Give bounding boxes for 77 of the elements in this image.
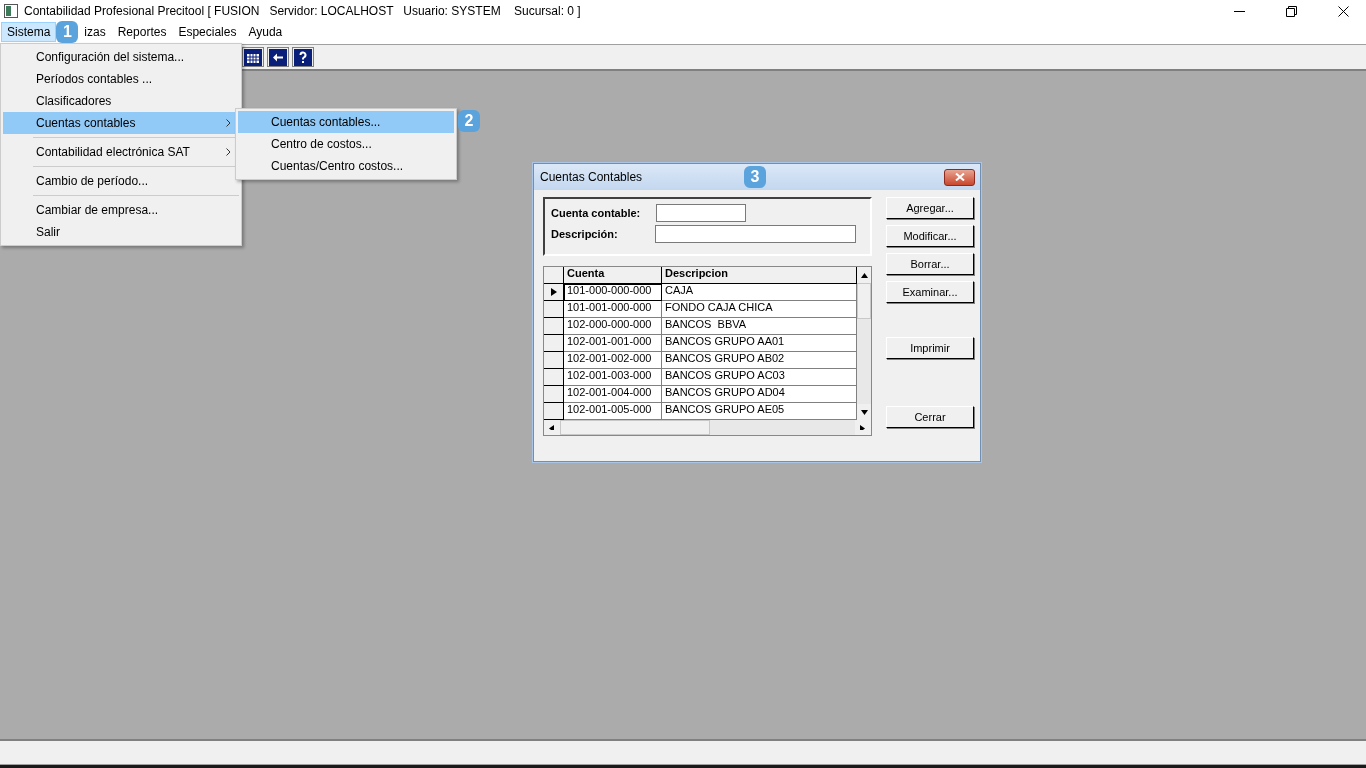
- vertical-scrollbar[interactable]: [857, 267, 871, 420]
- callout-badge: 2: [458, 110, 480, 132]
- horizontal-scrollbar[interactable]: [544, 420, 871, 435]
- menu-entry[interactable]: Cuentas/Centro costos...: [238, 155, 454, 177]
- scroll-left-icon: [548, 425, 556, 430]
- menu-entry[interactable]: Cuentas contables...: [238, 111, 454, 133]
- row-header[interactable]: [544, 386, 564, 403]
- table-cell: 102-000-000-000: [564, 318, 662, 335]
- table-cell: BANCOS GRUPO AC03: [662, 369, 857, 386]
- menu-item[interactable]: Reportes: [111, 22, 173, 42]
- dialog-button[interactable]: Agregar...: [886, 197, 974, 219]
- table-cell: 102-001-002-000: [564, 352, 662, 369]
- app-icon: [4, 4, 18, 18]
- dialog-button[interactable]: Modificar...: [886, 225, 974, 247]
- table-cell: BANCOS GRUPO AA01: [662, 335, 857, 352]
- menu-entry[interactable]: Configuración del sistema...: [3, 46, 239, 68]
- minimize-icon: [1233, 10, 1245, 12]
- dialog-button[interactable]: Imprimir: [886, 337, 974, 359]
- menu-entry[interactable]: Clasificadores: [3, 90, 239, 112]
- callout-badge: 1: [56, 21, 79, 43]
- menu-item[interactable]: Ayuda: [242, 22, 289, 42]
- input-field[interactable]: [656, 204, 746, 222]
- table-cell: 102-001-001-000: [564, 335, 662, 352]
- dialog-button[interactable]: Examinar...: [886, 281, 974, 303]
- callout-badge: 3: [744, 166, 766, 188]
- scroll-down-icon: [860, 409, 868, 415]
- dialog-button[interactable]: Cerrar: [886, 406, 974, 428]
- row-header[interactable]: [544, 318, 564, 335]
- column-header[interactable]: Descripcion: [662, 267, 857, 284]
- chevron-right-icon: [226, 119, 231, 127]
- toolbar-button[interactable]: [292, 47, 314, 67]
- menu-entry[interactable]: Contabilidad electrónica SAT: [3, 141, 239, 163]
- menu-entry[interactable]: Períodos contables ...: [3, 68, 239, 90]
- chevron-right-icon: [226, 148, 231, 156]
- window-title: Contabilidad Profesional Precitool [ FUSION Servidor: LOCALHOST Usuario: SYSTEM Sucursal: 0 ]: [24, 4, 582, 18]
- scroll-up-icon: [860, 272, 868, 278]
- scroll-right-icon: [859, 425, 867, 430]
- table-cell: CAJA: [662, 284, 857, 301]
- row-header[interactable]: [544, 352, 564, 369]
- menu-entry[interactable]: Centro de costos...: [238, 133, 454, 155]
- menu-item[interactable]: izas: [78, 22, 112, 42]
- scrollbar-thumb[interactable]: [857, 283, 871, 319]
- close-button[interactable]: [944, 168, 975, 186]
- table-cell: BANCOS GRUPO AE05: [662, 403, 857, 420]
- menu-entry[interactable]: Salir: [3, 221, 239, 243]
- menu-entry[interactable]: Cambio de período...: [3, 170, 239, 192]
- table-cell: 101-001-000-000: [564, 301, 662, 318]
- table-cell: 101-000-000-000: [564, 284, 662, 301]
- menu-item[interactable]: Especiales: [172, 22, 243, 42]
- row-header[interactable]: [544, 369, 564, 386]
- row-header[interactable]: [544, 403, 564, 420]
- table-cell: BANCOS BBVA: [662, 318, 857, 335]
- row-header[interactable]: [544, 284, 564, 301]
- toolbar-button[interactable]: [267, 47, 289, 67]
- table-cell: BANCOS GRUPO AB02: [662, 352, 857, 369]
- restore-icon: [1285, 5, 1297, 17]
- table-cell: 102-001-005-000: [564, 403, 662, 420]
- field-label: Cuenta contable:: [551, 207, 642, 219]
- table-cell: 102-001-004-000: [564, 386, 662, 403]
- toolbar-button[interactable]: [242, 47, 264, 67]
- dialog-title: Cuentas Contables: [540, 170, 644, 184]
- row-header[interactable]: [544, 301, 564, 318]
- table-cell: BANCOS GRUPO AD04: [662, 386, 857, 403]
- column-header[interactable]: Cuenta: [564, 267, 662, 284]
- table-cell: FONDO CAJA CHICA: [662, 301, 857, 318]
- menu-item[interactable]: Sistema: [1, 22, 57, 42]
- menu-entry[interactable]: Cambiar de empresa...: [3, 199, 239, 221]
- dialog-button[interactable]: Borrar...: [886, 253, 974, 275]
- row-header[interactable]: [544, 335, 564, 352]
- close-icon: [954, 173, 965, 181]
- table-cell: 102-001-003-000: [564, 369, 662, 386]
- calendar-icon: [244, 48, 262, 66]
- help-icon: [294, 48, 312, 66]
- field-label: Descripción:: [551, 228, 619, 240]
- scrollbar-thumb[interactable]: [560, 420, 710, 435]
- input-field[interactable]: [655, 225, 856, 243]
- close-icon: [1337, 5, 1349, 17]
